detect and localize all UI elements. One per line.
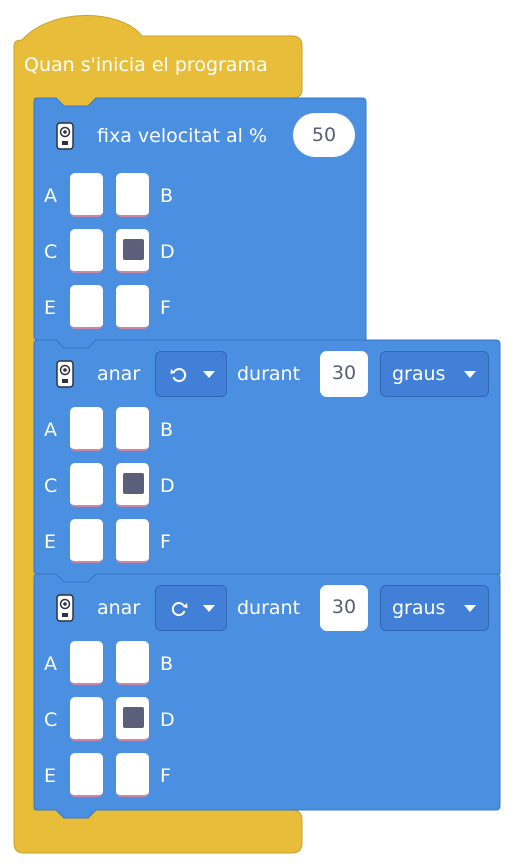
port-e-label: E <box>44 531 57 553</box>
durant-label: durant <box>237 363 301 385</box>
port-b-label: B <box>160 185 174 207</box>
port-b-label: B <box>160 653 174 675</box>
hub-icon <box>56 594 74 622</box>
port-c-label: C <box>44 475 58 497</box>
port-b-label: B <box>160 419 174 441</box>
port-f-label: F <box>160 297 171 319</box>
hub-icon <box>56 360 74 388</box>
port-f-label: F <box>160 531 171 553</box>
port-c-label: C <box>44 709 58 731</box>
port-d-label: D <box>160 475 175 497</box>
degrees-input[interactable]: 30 <box>320 351 368 397</box>
port-f-label: F <box>160 765 171 787</box>
hat-label: Quan s'inicia el programa <box>24 54 268 76</box>
port-d-toggle-selected[interactable] <box>116 229 149 273</box>
hub-icon <box>56 122 74 150</box>
run-label: anar <box>97 363 141 385</box>
port-f-toggle[interactable] <box>116 519 149 563</box>
set-speed-label: fixa velocitat al % <box>97 125 268 147</box>
unit-label: graus <box>392 363 446 385</box>
unit-dropdown[interactable]: graus <box>380 585 489 631</box>
port-b-toggle[interactable] <box>116 407 149 451</box>
port-a-label: A <box>44 419 57 441</box>
port-a-label: A <box>44 653 57 675</box>
port-e-toggle[interactable] <box>70 285 103 329</box>
port-a-label: A <box>44 185 57 207</box>
port-c-toggle[interactable] <box>70 229 103 273</box>
port-e-toggle[interactable] <box>70 519 103 563</box>
port-a-toggle[interactable] <box>70 641 103 685</box>
speed-input[interactable]: 50 <box>293 113 355 157</box>
port-c-toggle[interactable] <box>70 463 103 507</box>
port-f-toggle[interactable] <box>116 285 149 329</box>
direction-dropdown[interactable] <box>155 585 227 631</box>
port-e-toggle[interactable] <box>70 753 103 797</box>
direction-dropdown[interactable] <box>155 351 227 397</box>
degrees-input[interactable]: 30 <box>320 585 368 631</box>
port-d-toggle-selected[interactable] <box>116 463 149 507</box>
chevron-down-icon <box>203 605 215 612</box>
port-c-label: C <box>44 241 58 263</box>
port-e-label: E <box>44 765 57 787</box>
port-d-toggle-selected[interactable] <box>116 697 149 741</box>
port-d-label: D <box>160 709 175 731</box>
port-a-toggle[interactable] <box>70 407 103 451</box>
clockwise-icon <box>171 602 188 617</box>
port-a-toggle[interactable] <box>70 173 103 217</box>
port-b-toggle[interactable] <box>116 641 149 685</box>
port-e-label: E <box>44 297 57 319</box>
port-c-toggle[interactable] <box>70 697 103 741</box>
chevron-down-icon <box>464 371 476 378</box>
unit-label: graus <box>392 597 446 619</box>
port-f-toggle[interactable] <box>116 753 149 797</box>
counterclockwise-icon <box>170 368 187 383</box>
run-label: anar <box>97 597 141 619</box>
chevron-down-icon <box>464 605 476 612</box>
unit-dropdown[interactable]: graus <box>380 351 489 397</box>
port-d-label: D <box>160 241 175 263</box>
chevron-down-icon <box>203 371 215 378</box>
port-b-toggle[interactable] <box>116 173 149 217</box>
durant-label: durant <box>237 597 301 619</box>
